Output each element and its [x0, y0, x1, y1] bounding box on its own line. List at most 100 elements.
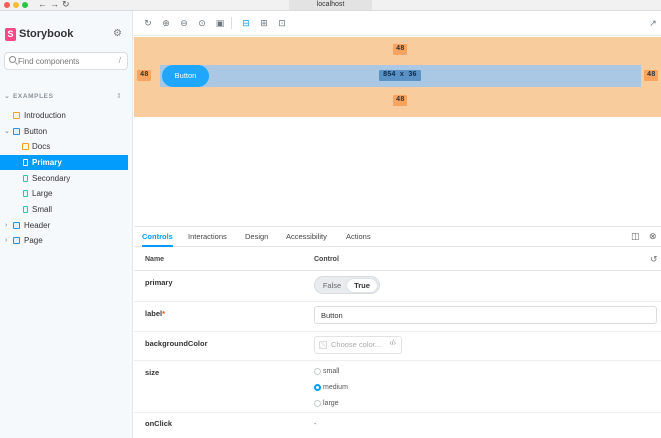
radio-button[interactable]	[314, 384, 321, 391]
tree-item-label: Introduction	[24, 111, 66, 120]
prop-name: primary	[145, 278, 173, 287]
tree-item-label: Large	[32, 189, 53, 198]
radio-label: small	[323, 368, 340, 375]
measure-icon[interactable]: ⊟	[240, 17, 252, 29]
toggle-true-option[interactable]: True	[347, 279, 377, 292]
control-row-backgroundcolor: backgroundColor Choose color... ‹/›	[134, 332, 661, 361]
section-title[interactable]: EXAMPLES	[13, 93, 54, 100]
radio-label: medium	[323, 384, 348, 391]
color-picker[interactable]: Choose color... ‹/›	[314, 336, 402, 354]
browser-titlebar: ← → ↻ localhost	[0, 0, 661, 11]
tree-item-label: Page	[24, 236, 43, 245]
brand-name: Storybook	[19, 28, 74, 40]
prop-name: backgroundColor	[145, 339, 208, 348]
prop-name: label*	[145, 309, 165, 318]
address-bar[interactable]: localhost	[289, 0, 372, 10]
minimize-window-button[interactable]	[13, 2, 19, 8]
component-icon	[13, 128, 20, 135]
tree-item-label: Primary	[32, 158, 62, 167]
color-placeholder: Choose color...	[331, 340, 382, 349]
onclick-value: -	[314, 419, 317, 428]
zoom-in-icon[interactable]: ⊕	[160, 17, 172, 29]
prop-name-text: label	[145, 309, 163, 318]
tree-item-secondary[interactable]: Secondary	[0, 171, 128, 186]
component-icon	[13, 222, 20, 229]
tree-item-label: Docs	[32, 142, 51, 151]
sidebar: S Storybook ⚙ / ⌄ EXAMPLES ⇕ Introductio…	[0, 11, 133, 438]
main-area: ↻ ⊕ ⊖ ⊙ ▣ ⊟ ⊞ ⊡ ↗ Button 48 48 48 48 854…	[134, 11, 661, 438]
tab-controls[interactable]: Controls	[142, 227, 173, 247]
bookmark-icon	[23, 159, 28, 166]
tab-actions[interactable]: Actions	[346, 227, 371, 247]
tree-item-label: Header	[24, 221, 51, 230]
reload-icon[interactable]: ↻	[62, 0, 70, 10]
zoom-out-icon[interactable]: ⊖	[178, 17, 190, 29]
document-icon	[13, 112, 20, 119]
search-box[interactable]: /	[4, 52, 128, 70]
tree-item-primary[interactable]: Primary	[0, 155, 128, 170]
reload-story-icon[interactable]: ↻	[142, 17, 154, 29]
forward-arrow-icon[interactable]: →	[50, 0, 59, 10]
tree-item-label: Secondary	[32, 174, 71, 183]
tree-item-page[interactable]: › Page	[0, 233, 128, 248]
outline-icon[interactable]: ⊞	[258, 17, 270, 29]
radio-button[interactable]	[314, 400, 321, 407]
color-swatch[interactable]	[319, 341, 327, 349]
story-button[interactable]: Button	[162, 65, 209, 87]
collapse-all-icon[interactable]: ⇕	[116, 92, 122, 100]
chevron-down-icon[interactable]: ⌄	[4, 124, 10, 139]
tree-item-small[interactable]: Small	[0, 202, 128, 217]
boolean-toggle[interactable]: False True	[314, 276, 380, 294]
tree-item-introduction[interactable]: Introduction	[0, 108, 128, 123]
tree-item-large[interactable]: Large	[0, 186, 128, 201]
bookmark-icon	[23, 206, 28, 213]
margin-right-label: 48	[644, 70, 659, 81]
tab-design[interactable]: Design	[245, 227, 268, 247]
prop-name: onClick	[145, 419, 173, 428]
margin-top-label: 48	[393, 44, 408, 55]
chevron-right-icon[interactable]: ›	[5, 233, 7, 248]
panel-orientation-icon[interactable]: ◫	[631, 231, 640, 242]
radio-button[interactable]	[314, 368, 321, 375]
preview-toolbar: ↻ ⊕ ⊖ ⊙ ▣ ⊟ ⊞ ⊡ ↗	[134, 11, 661, 36]
zoom-reset-icon[interactable]: ⊙	[196, 17, 208, 29]
dimensions-label: 854 x 36	[379, 70, 421, 81]
color-format-icon[interactable]: ‹/›	[389, 340, 396, 347]
search-shortcut-hint: /	[118, 56, 121, 65]
grid-icon[interactable]: ⊡	[276, 17, 288, 29]
margin-bottom-label: 48	[393, 95, 408, 106]
control-column-header: Control	[314, 256, 339, 263]
tree-item-label: Button	[24, 127, 48, 136]
settings-gear-icon[interactable]: ⚙	[113, 28, 122, 39]
story-canvas: Button 48 48 48 48 854 x 36	[134, 37, 661, 224]
toolbar-divider	[231, 17, 232, 29]
bookmark-icon	[23, 190, 28, 197]
controls-table-header: Name Control ↺	[134, 248, 661, 271]
label-text-input[interactable]	[314, 306, 657, 324]
open-in-new-tab-icon[interactable]: ↗	[647, 17, 659, 29]
tree-item-docs[interactable]: Docs	[0, 139, 128, 154]
prop-name: size	[145, 368, 160, 377]
required-marker: *	[162, 309, 166, 318]
chevron-right-icon[interactable]: ›	[5, 218, 7, 233]
control-row-label: label*	[134, 302, 661, 332]
close-window-button[interactable]	[4, 2, 10, 8]
tab-interactions[interactable]: Interactions	[188, 227, 227, 247]
margin-left-label: 48	[137, 70, 152, 81]
name-column-header: Name	[145, 256, 165, 263]
maximize-window-button[interactable]	[22, 2, 28, 8]
chevron-down-icon[interactable]: ⌄	[4, 92, 10, 100]
reset-controls-icon[interactable]: ↺	[650, 254, 658, 265]
tree-item-button[interactable]: ⌄ Button	[0, 124, 128, 139]
tree-item-header[interactable]: › Header	[0, 218, 128, 233]
back-arrow-icon[interactable]: ←	[38, 0, 47, 10]
tab-accessibility[interactable]: Accessibility	[286, 227, 327, 247]
background-icon[interactable]: ▣	[214, 17, 226, 29]
toggle-false-option[interactable]: False	[318, 279, 346, 292]
control-row-onclick: onClick -	[134, 414, 661, 438]
bookmark-icon	[23, 175, 28, 182]
close-panel-icon[interactable]: ⊗	[649, 231, 657, 242]
control-row-size: size small medium large	[134, 361, 661, 413]
search-input[interactable]	[18, 55, 113, 67]
radio-label: large	[323, 400, 339, 407]
